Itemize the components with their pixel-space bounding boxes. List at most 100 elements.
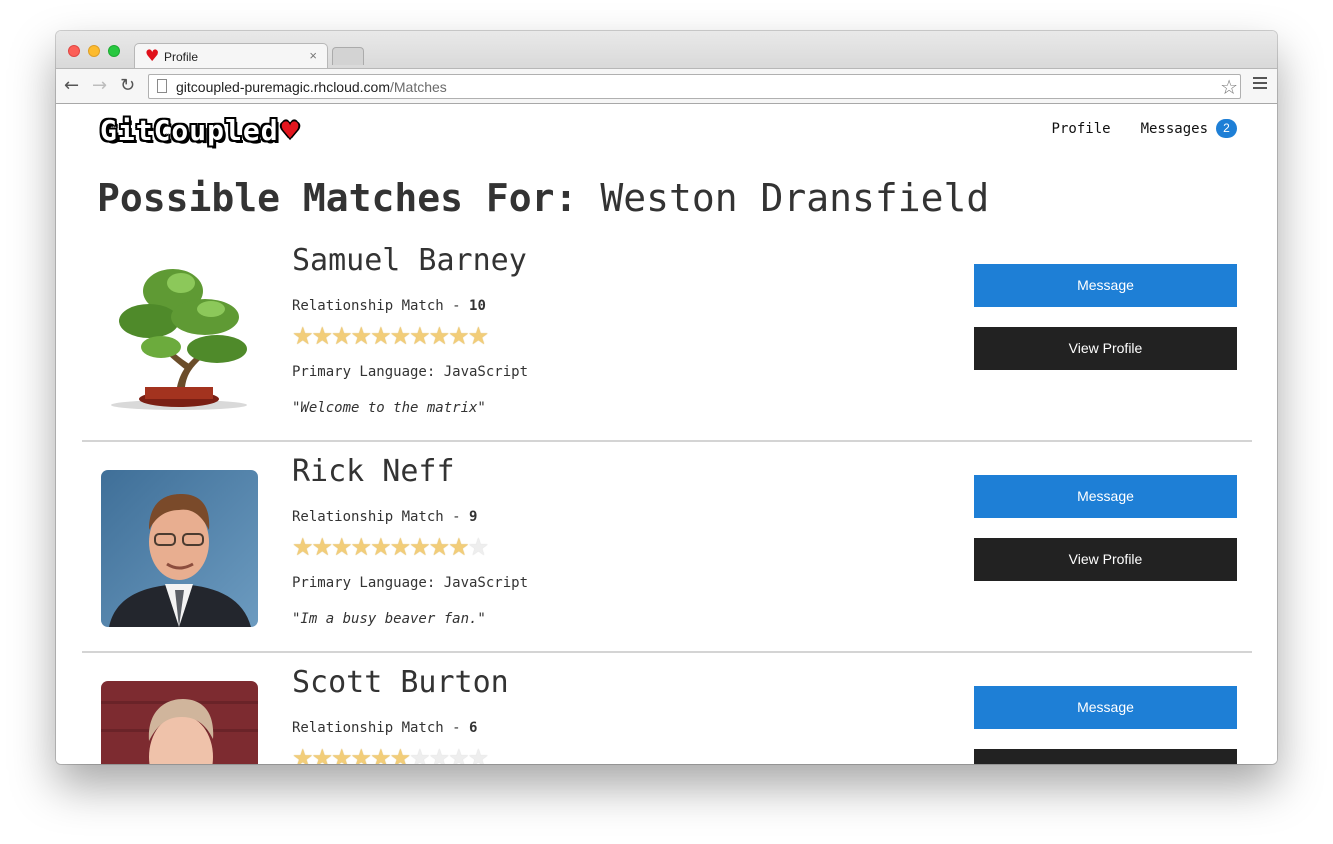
logo-text: GitCoupled [100,114,279,147]
person-photo-icon [101,470,258,627]
relationship-label: Relationship Match - [292,298,470,314]
star-empty-icon: ★ [428,744,450,764]
star-empty-icon: ★ [467,533,489,561]
relationship-score: 6 [469,720,478,736]
star-empty-icon: ★ [448,744,469,764]
match-card: Samuel Barney Relationship Match - 10 ★★… [82,231,1252,442]
avatar[interactable] [101,470,258,627]
star-filled-icon: ★ [448,322,469,350]
match-name[interactable]: Scott Burton [292,665,509,700]
match-quote: "Welcome to the matrix" [292,400,486,416]
star-filled-icon: ★ [311,744,333,764]
tab-title: Profile [164,50,199,64]
relationship-label: Relationship Match - [292,720,470,736]
forward-arrow-icon[interactable]: → [92,75,107,97]
star-empty-icon: ★ [409,744,430,764]
tab-close-icon[interactable]: × [309,48,317,63]
bookmark-star-icon[interactable]: ☆ [1220,75,1238,99]
star-filled-icon: ★ [350,533,372,561]
star-filled-icon: ★ [389,533,411,561]
browser-tab[interactable]: ♥ Profile × [134,43,328,69]
star-filled-icon: ★ [292,533,313,561]
star-filled-icon: ★ [409,533,430,561]
relationship-label: Relationship Match - [292,509,470,525]
view-profile-button[interactable]: View Profile [974,749,1237,764]
hamburger-menu-icon[interactable] [1253,77,1267,92]
rating-stars: ★★★★★★★★★★ [292,533,489,561]
language-label: Primary Language: [292,364,444,380]
messages-count-badge: 2 [1216,119,1237,138]
match-name[interactable]: Rick Neff [292,454,455,489]
url-text[interactable]: gitcoupled-puremagic.rhcloud.com/Matches [176,79,447,95]
relationship-score: 10 [469,298,486,314]
avatar[interactable] [101,259,258,416]
relationship-score: 9 [469,509,478,525]
rating-stars: ★★★★★★★★★★ [292,744,489,764]
back-arrow-icon[interactable]: ← [64,75,79,97]
title-bar: ♥ Profile × [56,31,1277,69]
match-quote: "Im a busy beaver fan." [292,611,486,627]
star-filled-icon: ★ [389,322,411,350]
star-filled-icon: ★ [389,744,411,764]
browser-toolbar: ← → ↻ gitcoupled-puremagic.rhcloud.com/M… [56,68,1277,104]
match-name[interactable]: Samuel Barney [292,243,527,278]
star-filled-icon: ★ [448,533,469,561]
relationship-match: Relationship Match - 10 [292,298,486,314]
star-filled-icon: ★ [428,322,450,350]
nav-profile-link[interactable]: Profile [1052,121,1111,137]
bonsai-tree-icon [101,259,258,416]
star-filled-icon: ★ [370,744,391,764]
star-filled-icon: ★ [409,322,430,350]
language-label: Primary Language: [292,575,444,591]
address-bar[interactable]: gitcoupled-puremagic.rhcloud.com/Matches… [148,74,1241,99]
star-filled-icon: ★ [292,322,313,350]
avatar[interactable] [101,681,258,764]
view-profile-button[interactable]: View Profile [974,538,1237,581]
star-filled-icon: ★ [331,322,352,350]
primary-language: Primary Language: JavaScript [292,364,528,380]
top-nav: Profile Messages 2 [1052,119,1237,138]
page-icon [157,79,167,93]
logo-heart-icon: ♥ [281,114,300,147]
match-card: Scott Burton Relationship Match - 6 ★★★★… [82,653,1252,764]
star-filled-icon: ★ [311,322,333,350]
message-button[interactable]: Message [974,686,1237,729]
url-host: gitcoupled-puremagic.rhcloud.com [176,79,390,95]
message-button[interactable]: Message [974,264,1237,307]
match-card: Rick Neff Relationship Match - 9 ★★★★★★★… [82,442,1252,653]
relationship-match: Relationship Match - 9 [292,509,477,525]
star-filled-icon: ★ [350,322,372,350]
maximize-window-button[interactable] [108,45,120,57]
close-window-button[interactable] [68,45,80,57]
browser-window: ♥ Profile × ← → ↻ gitcoupled-puremagic.r… [56,31,1277,764]
message-button[interactable]: Message [974,475,1237,518]
page-title-prefix: Possible Matches For: [97,176,578,220]
star-filled-icon: ★ [370,322,391,350]
relationship-match: Relationship Match - 6 [292,720,477,736]
heart-icon: ♥ [145,46,160,65]
star-filled-icon: ★ [467,322,489,350]
primary-language: Primary Language: JavaScript [292,575,528,591]
reload-icon[interactable]: ↻ [120,75,135,97]
star-filled-icon: ★ [292,744,313,764]
language-value: JavaScript [443,364,529,380]
star-filled-icon: ★ [331,744,352,764]
new-tab-button[interactable] [332,47,364,65]
minimize-window-button[interactable] [88,45,100,57]
star-filled-icon: ★ [350,744,372,764]
star-filled-icon: ★ [311,533,333,561]
url-path: /Matches [390,79,447,95]
star-filled-icon: ★ [428,533,450,561]
nav-messages-link[interactable]: Messages [1141,121,1208,137]
star-filled-icon: ★ [370,533,391,561]
rating-stars: ★★★★★★★★★★ [292,322,489,350]
star-empty-icon: ★ [467,744,489,764]
view-profile-button[interactable]: View Profile [974,327,1237,370]
page-title-name: Weston Dransfield [600,176,990,220]
star-filled-icon: ★ [331,533,352,561]
language-value: JavaScript [443,575,529,591]
page-title: Possible Matches For: Weston Dransfield [97,176,989,220]
page-viewport: GitCoupled ♥ Profile Messages 2 Possible … [56,104,1277,764]
site-logo[interactable]: GitCoupled ♥ [100,114,299,147]
person-photo-icon [101,681,258,764]
